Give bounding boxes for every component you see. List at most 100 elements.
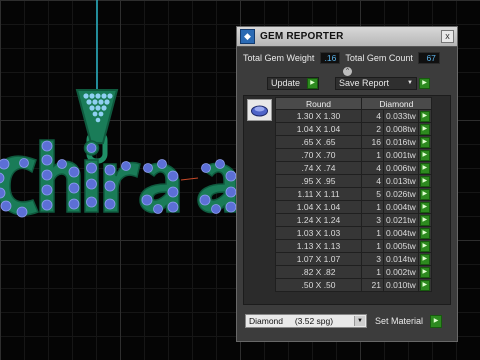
gem-size-cell: 1.04 X 1.04 (275, 200, 362, 214)
gem-size-cell: .74 X .74 (275, 161, 362, 175)
row-go-cell: ▶ (417, 135, 432, 149)
play-arrow-icon[interactable]: ▶ (419, 188, 430, 200)
play-arrow-icon[interactable]: ▶ (419, 201, 430, 213)
play-arrow-icon[interactable]: ▶ (419, 279, 430, 291)
row-go-cell: ▶ (417, 148, 432, 162)
save-report-label: Save Report (339, 78, 390, 88)
gem-count-cell: 1 (361, 200, 384, 214)
row-go-cell: ▶ (417, 252, 432, 266)
gem-count-cell: 1 (361, 239, 384, 253)
gem-count-cell: 1 (361, 148, 384, 162)
gem-count-cell: 1 (361, 226, 384, 240)
gem-size-cell: 1.03 X 1.03 (275, 226, 362, 240)
play-arrow-icon[interactable]: ▶ (419, 123, 430, 135)
play-arrow-icon[interactable]: ▶ (419, 253, 430, 265)
play-arrow-icon[interactable]: ▶ (419, 214, 430, 226)
table-row[interactable]: .95 X .95 4 0.013tw ▶ (275, 174, 432, 188)
material-select-value: Diamond (3.52 spg) (249, 316, 334, 326)
table-row[interactable]: 1.11 X 1.11 5 0.026tw ▶ (275, 187, 432, 201)
gem-size-cell: .95 X .95 (275, 174, 362, 188)
play-arrow-icon[interactable]: ▶ (419, 136, 430, 148)
gem-size-cell: .70 X .70 (275, 148, 362, 162)
gem-count-cell: 4 (361, 161, 384, 175)
gem-weight-cell: 0.010tw (383, 278, 419, 292)
row-go-cell: ▶ (417, 187, 432, 201)
row-go-cell: ▶ (417, 161, 432, 175)
gem-count-cell: 4 (361, 174, 384, 188)
gem-size-cell: 1.07 X 1.07 (275, 252, 362, 266)
row-go-cell: ▶ (417, 213, 432, 227)
table-row[interactable]: .70 X .70 1 0.001tw ▶ (275, 148, 432, 162)
round-gem-icon[interactable] (247, 99, 272, 121)
table-row[interactable]: 1.04 X 1.04 1 0.004tw ▶ (275, 200, 432, 214)
play-arrow-icon[interactable]: ▶ (419, 110, 430, 122)
gem-size-cell: 1.30 X 1.30 (275, 109, 362, 123)
collapse-icon[interactable]: ^ (343, 67, 352, 76)
table-row[interactable]: 1.04 X 1.04 2 0.008tw ▶ (275, 122, 432, 136)
gem-count-cell: 4 (361, 109, 384, 123)
gem-size-cell: 1.13 X 1.13 (275, 239, 362, 253)
table-row[interactable]: 1.07 X 1.07 3 0.014tw ▶ (275, 252, 432, 266)
gem-reporter-panel: ◆ GEM REPORTER x Total Gem Weight .16 To… (236, 26, 458, 342)
table-row[interactable]: .65 X .65 16 0.016tw ▶ (275, 135, 432, 149)
total-count-value: 67 (417, 52, 440, 64)
set-material-go-icon[interactable]: ▶ (430, 315, 442, 328)
gem-weight-cell: 0.033tw (383, 109, 419, 123)
table-row[interactable]: .82 X .82 1 0.002tw ▶ (275, 265, 432, 279)
panel-titlebar[interactable]: ◆ GEM REPORTER x (237, 27, 457, 47)
play-arrow-icon[interactable]: ▶ (419, 240, 430, 252)
pendant-model (0, 0, 236, 218)
gem-size-cell: .50 X .50 (275, 278, 362, 292)
gem-count-cell: 5 (361, 187, 384, 201)
update-go-icon[interactable]: ▶ (307, 78, 318, 89)
set-material-label: Set Material (375, 316, 424, 326)
table-row[interactable]: 1.30 X 1.30 4 0.033tw ▶ (275, 109, 432, 123)
row-go-cell: ▶ (417, 174, 432, 188)
table-row[interactable]: 1.13 X 1.13 1 0.005tw ▶ (275, 239, 432, 253)
material-select[interactable]: Diamond (3.52 spg) ▼ (245, 314, 367, 328)
gem-reporter-icon: ◆ (240, 29, 255, 44)
gem-weight-cell: 0.001tw (383, 148, 419, 162)
total-weight-value: .16 (320, 52, 341, 64)
gem-count-cell: 2 (361, 122, 384, 136)
gem-weight-cell: 0.002tw (383, 265, 419, 279)
gem-weight-cell: 0.016tw (383, 135, 419, 149)
play-arrow-icon[interactable]: ▶ (419, 227, 430, 239)
gem-table: Round Diamond 1.30 X 1.30 4 0.033tw ▶ 1.04 X… (275, 97, 432, 292)
gem-weight-cell: 0.021tw (383, 213, 419, 227)
total-weight-label: Total Gem Weight (243, 53, 315, 63)
row-go-cell: ▶ (417, 200, 432, 214)
gem-weight-cell: 0.006tw (383, 161, 419, 175)
gem-size-cell: .82 X .82 (275, 265, 362, 279)
panel-title: GEM REPORTER (260, 31, 344, 42)
column-header-round: Round (275, 97, 362, 110)
row-go-cell: ▶ (417, 122, 432, 136)
gem-size-cell: .65 X .65 (275, 135, 362, 149)
table-row[interactable]: .74 X .74 4 0.006tw ▶ (275, 161, 432, 175)
total-count-label: Total Gem Count (345, 53, 413, 63)
gem-count-cell: 3 (361, 213, 384, 227)
play-arrow-icon[interactable]: ▶ (419, 175, 430, 187)
gem-count-cell: 3 (361, 252, 384, 266)
play-arrow-icon[interactable]: ▶ (419, 162, 430, 174)
gem-size-cell: 1.04 X 1.04 (275, 122, 362, 136)
save-report-dropdown[interactable]: Save Report ▼ (335, 77, 417, 90)
gem-size-cell: 1.11 X 1.11 (275, 187, 362, 201)
chevron-down-icon[interactable]: ▼ (354, 316, 365, 326)
row-go-cell: ▶ (417, 109, 432, 123)
row-go-cell: ▶ (417, 226, 432, 240)
row-go-cell: ▶ (417, 265, 432, 279)
play-arrow-icon[interactable]: ▶ (419, 149, 430, 161)
gem-table-area: Round Diamond 1.30 X 1.30 4 0.033tw ▶ 1.04 X… (243, 95, 451, 305)
close-icon[interactable]: x (441, 30, 454, 43)
gem-weight-cell: 0.005tw (383, 239, 419, 253)
gem-weight-cell: 0.014tw (383, 252, 419, 266)
gem-weight-cell: 0.026tw (383, 187, 419, 201)
play-arrow-icon[interactable]: ▶ (419, 266, 430, 278)
table-row[interactable]: 1.03 X 1.03 1 0.004tw ▶ (275, 226, 432, 240)
gem-weight-cell: 0.013tw (383, 174, 419, 188)
table-row[interactable]: 1.24 X 1.24 3 0.021tw ▶ (275, 213, 432, 227)
table-row[interactable]: .50 X .50 21 0.010tw ▶ (275, 278, 432, 292)
save-report-go-icon[interactable]: ▶ (419, 78, 430, 89)
row-go-cell: ▶ (417, 278, 432, 292)
